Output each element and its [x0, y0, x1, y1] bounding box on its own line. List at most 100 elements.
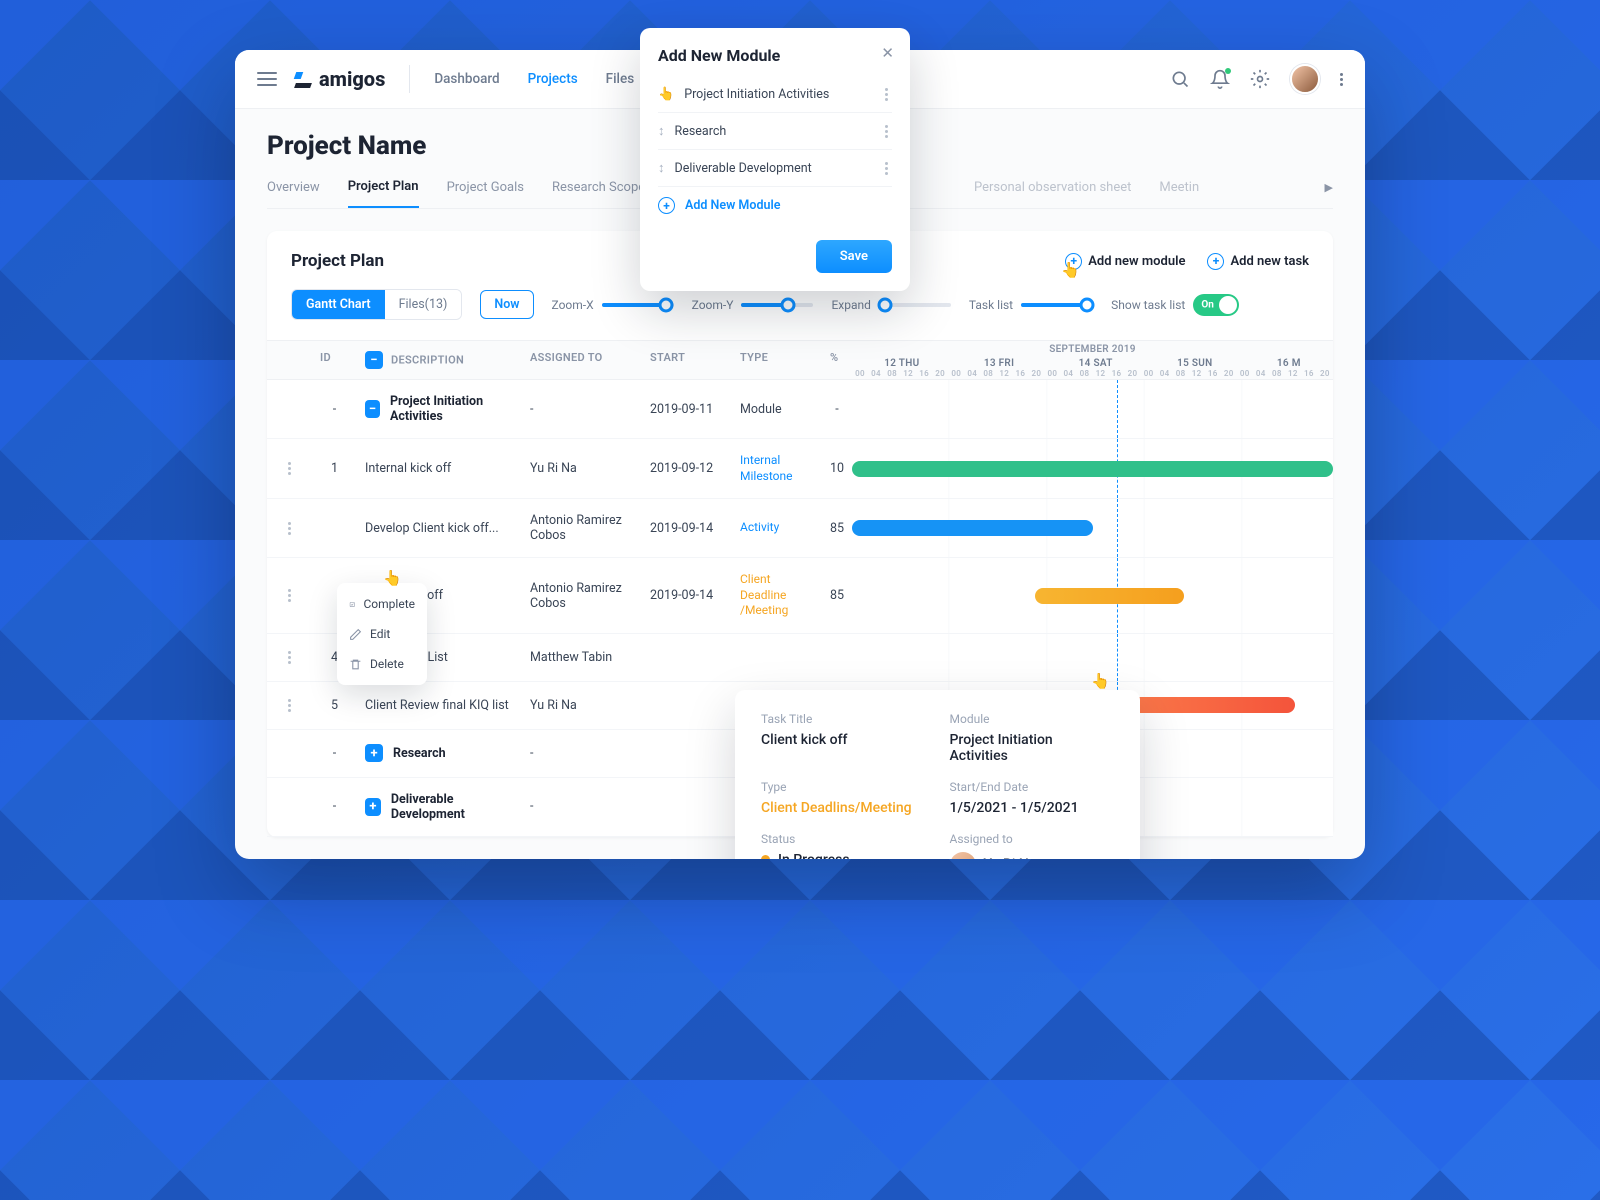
close-icon[interactable]: ✕	[881, 44, 894, 62]
pop-status: In Progress	[761, 852, 926, 859]
now-line	[1117, 380, 1118, 438]
nav-projects[interactable]: Projects	[528, 71, 578, 87]
tasklist-label: Task list	[969, 298, 1013, 312]
expand-slider[interactable]	[879, 303, 951, 307]
module-row[interactable]: 👆Project Initiation Activities	[658, 77, 892, 113]
gantt-bar[interactable]	[1121, 697, 1294, 713]
drag-icon: ↕	[658, 123, 665, 139]
row-kebab-icon[interactable]	[284, 522, 296, 535]
row-kebab-cell	[267, 730, 312, 778]
more-icon[interactable]	[1340, 73, 1343, 86]
pop-task-title-lbl: Task Title	[761, 712, 926, 726]
tab-observation[interactable]: Personal observation sheet	[974, 180, 1131, 207]
row-kebab-cell	[267, 682, 312, 730]
pop-date: 1/5/2021 - 1/5/2021	[950, 800, 1115, 816]
row-start	[642, 634, 732, 682]
toggle-module-icon[interactable]	[365, 400, 380, 418]
nav-dashboard[interactable]: Dashboard	[434, 71, 499, 87]
module-row[interactable]: ↕Research	[658, 113, 892, 150]
pop-module: Project Initiation Activities	[950, 732, 1115, 764]
row-kebab-icon[interactable]	[284, 589, 296, 602]
row-more-icon[interactable]	[880, 162, 892, 175]
row-pct: 10	[822, 439, 852, 499]
add-module-link[interactable]: +Add New Module	[658, 187, 892, 224]
gantt-bar[interactable]	[852, 520, 1093, 536]
plus-ring-icon: +	[1065, 253, 1082, 270]
view-segment: Gantt Chart Files(13)	[291, 289, 462, 320]
toggle-module-icon[interactable]	[365, 798, 381, 816]
logo[interactable]: amigos	[295, 67, 385, 91]
ctx-complete[interactable]: Complete	[337, 589, 427, 619]
nav-files[interactable]: Files	[606, 71, 635, 87]
divider	[409, 65, 410, 93]
timeline-month: September 2019	[852, 341, 1333, 358]
row-start: 2019-09-14	[642, 499, 732, 558]
row-id: -	[312, 730, 357, 778]
ctx-delete[interactable]: Delete	[337, 649, 427, 679]
row-start: 2019-09-14	[642, 558, 732, 634]
drag-icon: 👆	[658, 87, 674, 102]
add-task-button[interactable]: + Add new task	[1207, 253, 1309, 270]
tabs-scroll-right-icon[interactable]: ▶	[1325, 181, 1333, 206]
tab-overview[interactable]: Overview	[267, 180, 320, 207]
gantt-bar[interactable]	[852, 461, 1333, 477]
logo-mark-icon	[295, 70, 313, 88]
row-type: Activity	[732, 499, 822, 558]
save-button[interactable]: Save	[816, 240, 892, 273]
now-button[interactable]: Now	[480, 290, 533, 319]
row-kebab-icon[interactable]	[284, 462, 296, 475]
row-kebab-icon[interactable]	[284, 651, 296, 664]
tasklist-slider[interactable]	[1021, 303, 1093, 307]
pop-assigned: Yu Ri Na	[950, 852, 1115, 859]
row-more-icon[interactable]	[880, 88, 892, 101]
assignee-avatar	[950, 852, 976, 859]
tab-project-goals[interactable]: Project Goals	[447, 180, 524, 207]
gantt-chart-button[interactable]: Gantt Chart	[292, 290, 385, 319]
tab-meeting[interactable]: Meetin	[1159, 180, 1199, 207]
search-icon[interactable]	[1170, 69, 1190, 89]
row-type: Module	[732, 380, 822, 439]
plus-ring-icon: +	[1207, 253, 1224, 270]
pop-status-lbl: Status	[761, 832, 926, 846]
module-row[interactable]: ↕Deliverable Development	[658, 150, 892, 187]
files-button[interactable]: Files(13)	[385, 290, 462, 319]
row-assigned: Yu Ri Na	[522, 439, 642, 499]
ctx-edit[interactable]: Edit	[337, 619, 427, 649]
show-tasklist-toggle[interactable]: On	[1193, 294, 1239, 316]
tab-research-scope[interactable]: Research Scope	[552, 180, 645, 207]
menu-icon[interactable]	[257, 72, 277, 86]
tab-project-plan[interactable]: Project Plan	[348, 179, 419, 208]
gear-icon[interactable]	[1250, 69, 1270, 89]
brand-text: amigos	[319, 67, 385, 91]
collapse-all-icon[interactable]	[365, 351, 383, 369]
row-start	[642, 730, 732, 778]
col-start: START	[642, 340, 732, 380]
row-desc: Deliverable Development	[357, 778, 522, 837]
row-kebab-cell	[267, 634, 312, 682]
row-pct	[822, 634, 852, 682]
avatar[interactable]	[1290, 64, 1320, 94]
row-kebab-cell	[267, 499, 312, 558]
row-more-icon[interactable]	[880, 125, 892, 138]
col-assigned: ASSIGNED TO	[522, 340, 642, 380]
row-pct: 85	[822, 499, 852, 558]
zoom-y-slider[interactable]	[741, 303, 813, 307]
gantt-bar[interactable]	[1035, 588, 1184, 604]
col-timeline: September 2019 12 THU13 FRI14 SAT15 SUN1…	[852, 340, 1333, 380]
drag-icon: ↕	[658, 160, 665, 176]
zoom-x-slider[interactable]	[602, 303, 674, 307]
col-kebab	[267, 340, 312, 380]
row-assigned: Yu Ri Na	[522, 682, 642, 730]
row-timeline	[852, 380, 1333, 439]
row-assigned: Antonio Ramirez Cobos	[522, 499, 642, 558]
row-start: 2019-09-12	[642, 439, 732, 499]
row-type	[732, 634, 822, 682]
toggle-module-icon[interactable]	[365, 744, 383, 762]
add-module-button[interactable]: + Add new module 👆	[1065, 253, 1185, 270]
row-timeline	[852, 499, 1333, 558]
row-kebab-icon[interactable]	[284, 699, 296, 712]
row-assigned: -	[522, 730, 642, 778]
bell-icon[interactable]	[1210, 69, 1230, 89]
pop-module-lbl: Module	[950, 712, 1115, 726]
row-type: Client Deadline /Meeting	[732, 558, 822, 634]
